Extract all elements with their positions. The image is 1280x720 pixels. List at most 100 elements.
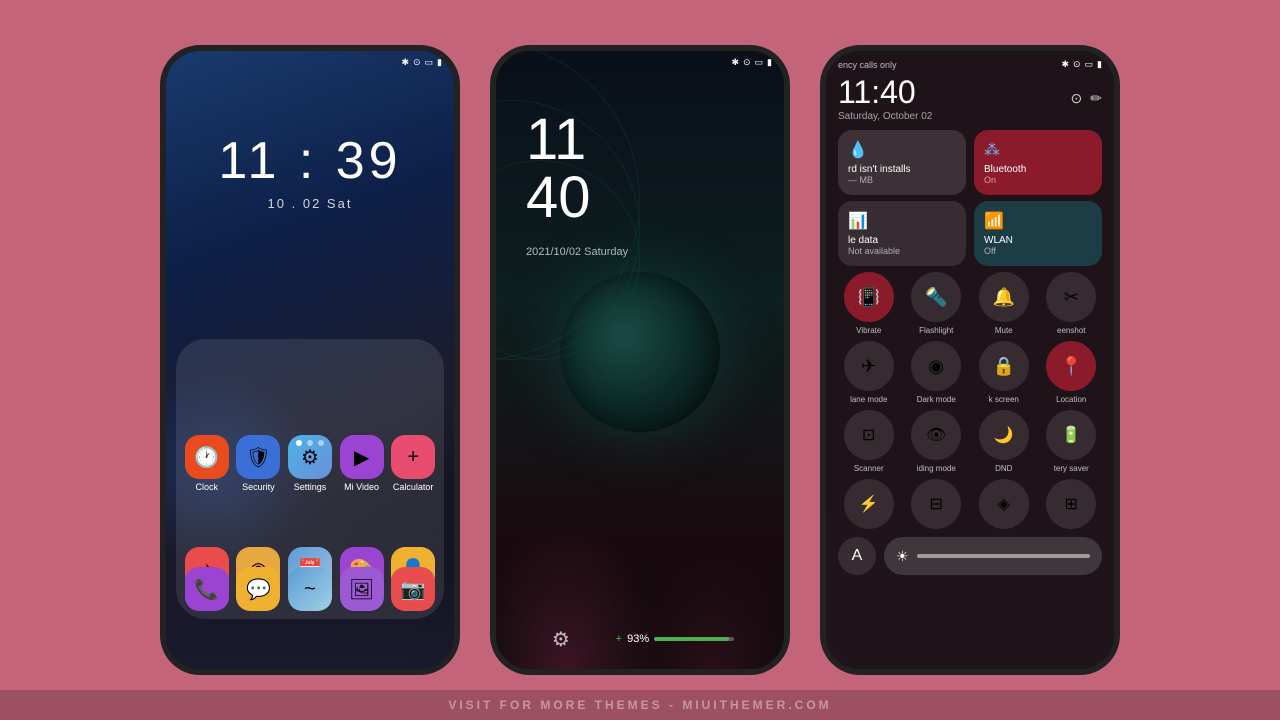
ctrl-signal-icon: ▭: [1085, 59, 1094, 70]
ctrl-battery-label: tery saver: [1054, 464, 1089, 473]
ctrl-airplane-btn[interactable]: ✈ lane mode: [838, 341, 900, 404]
battery-icon: ▮: [437, 57, 442, 68]
ctrl-dnd-btn[interactable]: 🌙 DND: [973, 410, 1035, 473]
ctrl-reading-label: iding mode: [917, 464, 956, 473]
watermark: VISIT FOR MORE THEMES - MIUITHEMER.COM: [0, 690, 1280, 720]
ctrl-mute-btn[interactable]: 🔔 Mute: [973, 272, 1035, 335]
list-item[interactable]: ~: [288, 567, 332, 611]
ctrl-wifi-icon: 📶: [984, 211, 1092, 231]
status-icons-1: ✱ ⊙ ▭ ▮: [401, 57, 442, 68]
ctrl-lockscreen-btn[interactable]: 🔒 k screen: [973, 341, 1035, 404]
ctrl-vibrate-btn[interactable]: 📳 Vibrate: [838, 272, 900, 335]
ctrl-extra-2[interactable]: ⊟: [906, 479, 968, 529]
list-item[interactable]: 💬: [236, 567, 280, 611]
ctrl-tile-bluetooth-sub: On: [984, 175, 1092, 185]
ctrl-header: 11:40 Saturday, October 02 ⊙ ✏: [838, 74, 1102, 122]
ctrl-tile-mobile-title: le data: [848, 235, 956, 246]
ctrl-extra-4[interactable]: ⊞: [1041, 479, 1103, 529]
ctrl-location-icon: 📍: [1046, 341, 1096, 391]
browser-dock-icon: ~: [288, 567, 332, 611]
ctrl-flashlight-icon: 🔦: [911, 272, 961, 322]
ctrl-location-btn[interactable]: 📍 Location: [1041, 341, 1103, 404]
ctrl-tile-data-title: rd isn't installs: [848, 164, 956, 175]
battery-bar: + 93%: [616, 633, 734, 645]
ctrl-extra-row: ⚡ ⊟ ◈ ⊞: [838, 479, 1102, 529]
battery-fill: [654, 637, 728, 641]
control-panel: ency calls only ✱ ⊙ ▭ ▮ 11:40 Saturday, …: [826, 51, 1114, 669]
gallery-dock-icon: 🖼: [340, 567, 384, 611]
ctrl-tile-wlan-title: WLAN: [984, 235, 1092, 246]
battery-percent-label: 93%: [627, 633, 649, 645]
phone2-bottom: ⚙ + 93%: [496, 624, 784, 654]
ctrl-tile-mobile[interactable]: 📊 le data Not available: [838, 201, 966, 266]
ctrl-date: Saturday, October 02: [838, 111, 932, 122]
ctrl-scanner-label: Scanner: [854, 464, 884, 473]
ctrl-tile-wlan[interactable]: 📶 WLAN Off: [974, 201, 1102, 266]
list-item[interactable]: 📷: [391, 567, 435, 611]
dock-row: 📞 💬 ~ 🖼 📷: [166, 567, 454, 611]
ctrl-extra-icon-3: ◈: [979, 479, 1029, 529]
alarm-icon-2: ⊙: [743, 57, 751, 68]
battery-charging-icon: +: [616, 633, 622, 645]
ctrl-battery-saver-icon: 🔋: [1046, 410, 1096, 460]
ctrl-buttons-grid-2: ✈ lane mode ◉ Dark mode 🔒 k screen 📍 Loc…: [838, 341, 1102, 404]
ctrl-vibrate-icon: 📳: [844, 272, 894, 322]
ctrl-water-icon: 💧: [848, 140, 956, 160]
ctrl-screenshot-btn[interactable]: ✂ eenshot: [1041, 272, 1103, 335]
ctrl-reading-icon: 👁: [911, 410, 961, 460]
security-app-label: Security: [242, 482, 275, 492]
status-bar-2: ✱ ⊙ ▭ ▮: [496, 51, 784, 73]
settings-app-label: Settings: [294, 482, 327, 492]
phone-3: ency calls only ✱ ⊙ ▭ ▮ 11:40 Saturday, …: [820, 45, 1120, 675]
brightness-fill: [917, 554, 1090, 558]
ctrl-alarm-icon: ⊙: [1073, 59, 1081, 70]
ctrl-screenshot-icon: ✂: [1046, 272, 1096, 322]
list-item[interactable]: 📞: [185, 567, 229, 611]
ctrl-tile-data[interactable]: 💧 rd isn't installs — MB: [838, 130, 966, 195]
ctrl-mute-icon: 🔔: [979, 272, 1029, 322]
ctrl-lockscreen-icon: 🔒: [979, 341, 1029, 391]
dot-3: [318, 440, 324, 446]
ctrl-vibrate-label: Vibrate: [856, 326, 881, 335]
clock-app-label: Clock: [196, 482, 219, 492]
battery-progress: [654, 637, 734, 641]
ctrl-extra-1[interactable]: ⚡: [838, 479, 900, 529]
ctrl-tile-bluetooth[interactable]: ⁂ Bluetooth On: [974, 130, 1102, 195]
ctrl-scanner-btn[interactable]: ⊡ Scanner: [838, 410, 900, 473]
messages-dock-icon: 💬: [236, 567, 280, 611]
ctrl-darkmode-label: Dark mode: [917, 395, 956, 404]
ctrl-tile-bluetooth-title: Bluetooth: [984, 164, 1092, 175]
ctrl-reading-btn[interactable]: 👁 iding mode: [906, 410, 968, 473]
ctrl-status-text: ency calls only: [838, 60, 897, 70]
ctrl-brightness-bar[interactable]: ☀: [884, 537, 1102, 575]
settings-gear-icon[interactable]: ⚙: [546, 624, 576, 654]
phone-dock-icon: 📞: [185, 567, 229, 611]
ctrl-lockscreen-label: k screen: [989, 395, 1019, 404]
ctrl-camera-icon[interactable]: ⊙: [1071, 90, 1083, 107]
calculator-app-label: Calculator: [393, 482, 434, 492]
ctrl-airplane-label: lane mode: [850, 395, 887, 404]
brightness-sun-icon: ☀: [896, 548, 909, 565]
ctrl-flashlight-btn[interactable]: 🔦 Flashlight: [906, 272, 968, 335]
ctrl-battery-btn[interactable]: 🔋 tery saver: [1041, 410, 1103, 473]
ctrl-scanner-icon: ⊡: [844, 410, 894, 460]
ctrl-bluetooth-tile-icon: ⁂: [984, 140, 1092, 160]
ctrl-tile-mobile-sub: Not available: [848, 246, 956, 256]
ctrl-status-icons: ✱ ⊙ ▭ ▮: [1061, 59, 1102, 70]
ctrl-signal-tile-icon: 📊: [848, 211, 956, 231]
ctrl-buttons-grid-1: 📳 Vibrate 🔦 Flashlight 🔔 Mute ✂ eenshot: [838, 272, 1102, 335]
ctrl-extra-3[interactable]: ◈: [973, 479, 1035, 529]
list-item[interactable]: 🖼: [340, 567, 384, 611]
ctrl-header-icons: ⊙ ✏: [1071, 90, 1102, 107]
ctrl-avatar: A: [838, 537, 876, 575]
ctrl-tile-data-sub: — MB: [848, 175, 956, 185]
status-bar-1: ✱ ⊙ ▭ ▮: [166, 51, 454, 73]
bluetooth-icon-2: ✱: [731, 57, 739, 68]
camera-dock-icon: 📷: [391, 567, 435, 611]
ctrl-bottom-row: ⊡ Scanner 👁 iding mode 🌙 DND 🔋 tery save…: [838, 410, 1102, 473]
ctrl-extra-icon-2: ⊟: [911, 479, 961, 529]
ctrl-darkmode-btn[interactable]: ◉ Dark mode: [906, 341, 968, 404]
ctrl-edit-icon[interactable]: ✏: [1090, 90, 1102, 107]
ctrl-mute-label: Mute: [995, 326, 1013, 335]
page-dots: [181, 440, 439, 446]
